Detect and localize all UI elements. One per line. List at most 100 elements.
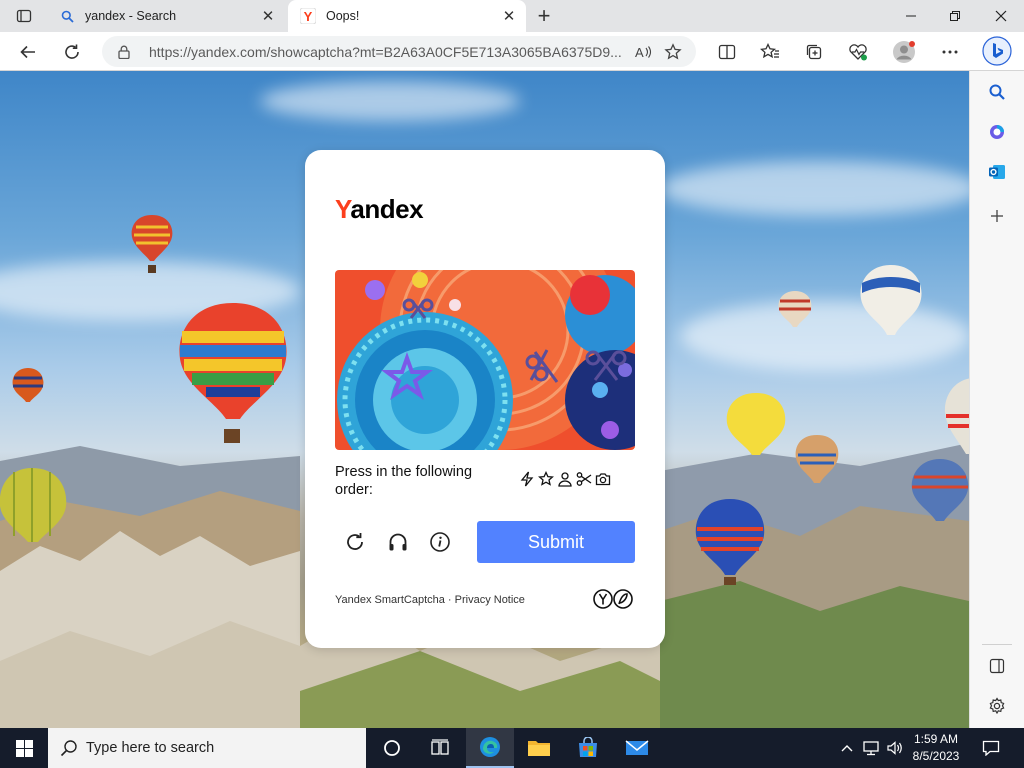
close-tab-icon[interactable]: ✕ bbox=[255, 3, 281, 29]
favorites-icon bbox=[760, 43, 779, 59]
yandex-logo: Yandex bbox=[335, 194, 424, 224]
navigation-bar: https://yandex.com/showcaptcha?mt=B2A63A… bbox=[0, 32, 1024, 71]
taskbar-store-button[interactable] bbox=[564, 728, 612, 768]
network-button[interactable] bbox=[860, 728, 882, 768]
tab-strip: yandex - Search ✕ Y Oops! ✕ + bbox=[0, 0, 1024, 32]
hot-air-balloon-image bbox=[695, 499, 765, 585]
taskbar-mail-button[interactable] bbox=[613, 728, 661, 768]
taskbar-edge-button[interactable] bbox=[466, 728, 514, 768]
settings-more-button[interactable] bbox=[935, 37, 965, 67]
split-screen-button[interactable] bbox=[712, 37, 742, 67]
speaker-icon bbox=[887, 741, 902, 755]
taskbar-file-explorer-button[interactable] bbox=[515, 728, 563, 768]
outlook-icon bbox=[989, 165, 1005, 179]
search-placeholder: Type here to search bbox=[86, 740, 215, 756]
network-icon bbox=[863, 741, 879, 756]
hot-air-balloon-image bbox=[12, 368, 44, 402]
cloud bbox=[660, 161, 969, 216]
favorites-button[interactable] bbox=[755, 37, 785, 67]
sidebar-copilot-button[interactable] bbox=[984, 119, 1010, 145]
notifications-button[interactable] bbox=[978, 728, 1004, 768]
hot-air-balloon-image bbox=[778, 291, 812, 327]
tab-actions-button[interactable] bbox=[10, 6, 38, 26]
minimize-icon bbox=[906, 15, 916, 17]
back-arrow-icon bbox=[20, 45, 35, 59]
bing-copilot-button[interactable] bbox=[981, 35, 1013, 67]
taskbar-search-box[interactable]: Type here to search bbox=[48, 728, 366, 768]
task-view-button[interactable] bbox=[416, 728, 464, 768]
close-tab-icon[interactable]: ✕ bbox=[496, 3, 522, 29]
hot-air-balloon-image bbox=[726, 393, 786, 455]
clock-time: 1:59 AM bbox=[913, 732, 959, 746]
bing-icon bbox=[982, 36, 1012, 66]
camera-icon bbox=[594, 470, 611, 487]
address-bar[interactable]: https://yandex.com/showcaptcha?mt=B2A63A… bbox=[102, 36, 696, 67]
tab-oops[interactable]: Y Oops! ✕ bbox=[288, 0, 526, 32]
audio-captcha-button[interactable] bbox=[386, 530, 410, 554]
favorite-star-icon[interactable] bbox=[658, 42, 688, 61]
close-icon bbox=[995, 10, 1007, 22]
tab-actions-icon bbox=[16, 9, 32, 23]
sidebar-outlook-button[interactable] bbox=[984, 159, 1010, 185]
captcha-image[interactable] bbox=[335, 270, 635, 450]
page-content: Yandex Press in the following order: Sub… bbox=[0, 71, 969, 728]
submit-button[interactable]: Submit bbox=[477, 521, 635, 563]
cloud bbox=[260, 81, 520, 121]
scissors-icon bbox=[575, 470, 592, 487]
star-icon bbox=[537, 470, 554, 487]
close-window-button[interactable] bbox=[978, 0, 1024, 32]
minimize-button[interactable] bbox=[888, 0, 934, 32]
start-button[interactable] bbox=[0, 728, 48, 768]
sidebar-search-button[interactable] bbox=[984, 79, 1010, 105]
sidebar-settings-button[interactable] bbox=[984, 693, 1010, 719]
read-aloud-icon[interactable]: A bbox=[628, 44, 658, 60]
smartcaptcha-logo-icon bbox=[593, 588, 635, 610]
avatar-icon bbox=[893, 41, 915, 63]
captcha-instruction: Press in the following order: bbox=[335, 464, 473, 498]
chevron-up-icon bbox=[841, 745, 853, 752]
edge-sidebar bbox=[969, 71, 1024, 728]
collections-button[interactable] bbox=[799, 37, 829, 67]
url-text[interactable]: https://yandex.com/showcaptcha?mt=B2A63A… bbox=[149, 44, 628, 60]
refresh-captcha-button[interactable] bbox=[343, 530, 367, 554]
tab-title: yandex - Search bbox=[85, 9, 177, 23]
hot-air-balloon-image bbox=[860, 265, 922, 335]
system-clock[interactable]: 1:59 AM 8/5/2023 bbox=[904, 731, 968, 765]
edge-icon bbox=[480, 737, 500, 757]
sidebar-add-button[interactable] bbox=[984, 203, 1010, 229]
hot-air-balloon-image bbox=[131, 215, 173, 273]
sidebar-divider bbox=[982, 644, 1012, 645]
volume-button[interactable] bbox=[884, 728, 906, 768]
new-tab-button[interactable]: + bbox=[532, 3, 556, 28]
browser-essentials-button[interactable] bbox=[843, 37, 873, 67]
folder-icon bbox=[528, 741, 550, 756]
cortana-button[interactable] bbox=[368, 728, 416, 768]
windows-logo-icon bbox=[15, 739, 33, 757]
captcha-card: Yandex Press in the following order: Sub… bbox=[305, 150, 665, 648]
captcha-footer-links[interactable]: Yandex SmartCaptcha · Privacy Notice bbox=[335, 594, 525, 606]
info-button[interactable] bbox=[428, 530, 452, 554]
lock-icon bbox=[118, 45, 132, 59]
captcha-order-sequence bbox=[518, 470, 611, 487]
restore-button[interactable] bbox=[932, 0, 978, 32]
profile-button[interactable] bbox=[889, 37, 919, 67]
search-icon bbox=[989, 84, 1005, 100]
tab-yandex-search[interactable]: yandex - Search ✕ bbox=[47, 0, 285, 32]
clock-date: 8/5/2023 bbox=[912, 749, 960, 763]
cloud bbox=[680, 301, 969, 371]
hot-air-balloon-image bbox=[0, 468, 67, 542]
back-button[interactable] bbox=[13, 37, 43, 67]
refresh-button[interactable] bbox=[57, 37, 87, 67]
gear-icon bbox=[989, 697, 1005, 715]
panel-icon bbox=[989, 658, 1005, 674]
show-hidden-icons-button[interactable] bbox=[838, 728, 856, 768]
hot-air-balloon-image bbox=[795, 435, 839, 483]
split-screen-icon bbox=[718, 44, 736, 60]
m365-icon bbox=[990, 125, 1004, 139]
hot-air-balloon-image bbox=[911, 459, 969, 521]
hot-air-balloon-image bbox=[179, 303, 287, 443]
heart-pulse-icon bbox=[849, 44, 867, 61]
refresh-icon bbox=[65, 44, 79, 59]
hide-sidebar-button[interactable] bbox=[984, 653, 1010, 679]
cortana-circle-icon bbox=[384, 740, 400, 756]
